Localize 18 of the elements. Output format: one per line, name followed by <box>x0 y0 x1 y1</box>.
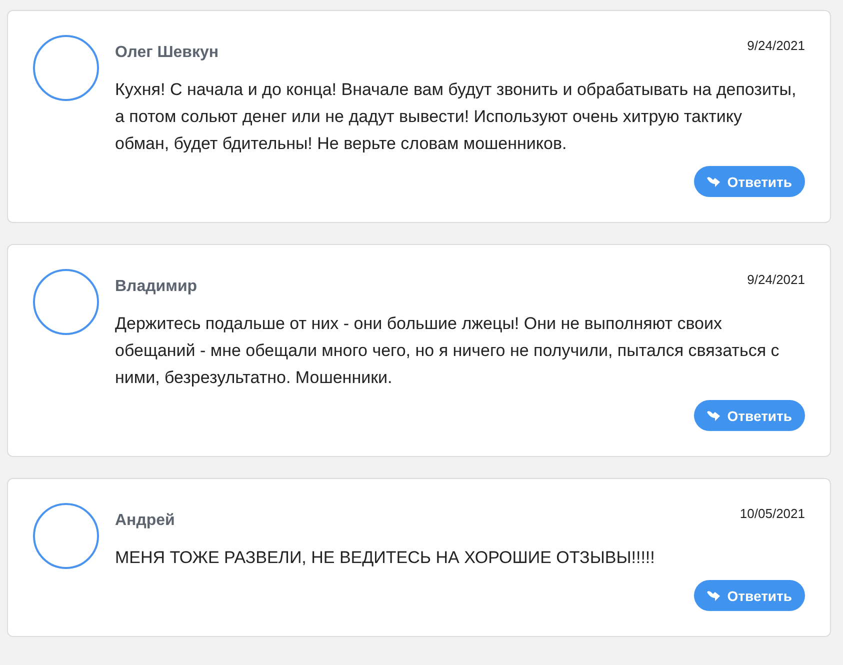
reply-arrow-icon <box>706 409 722 422</box>
reply-button[interactable]: Ответить <box>694 580 805 611</box>
avatar-circle <box>33 35 99 101</box>
comment-date: 9/24/2021 <box>747 272 805 287</box>
avatar-circle <box>33 503 99 569</box>
comment-text: Держитесь подальше от них - они большие лжецы! Они не выполняют своих обещаний - мне обещали много чего, но я ничего не получили, пытался связаться с ними, безрезультатно. Мошенники. <box>115 313 780 389</box>
reply-arrow-icon <box>706 175 722 188</box>
reply-button[interactable]: Ответить <box>694 166 805 197</box>
author-name: Владимир <box>115 278 198 296</box>
author-name: Олег Шевкун <box>115 44 219 62</box>
reply-arrow-icon <box>706 589 722 602</box>
comment-date: 9/24/2021 <box>747 38 805 53</box>
comment-date: 10/05/2021 <box>740 506 805 521</box>
reply-button[interactable]: Ответить <box>694 400 805 431</box>
comment-text: МЕНЯ ТОЖЕ РАЗВЕЛИ, НЕ ВЕДИТЕСЬ НА ХОРОШИЕ ОТЗЫВЫ!!!!! <box>115 547 656 569</box>
avatar-circle <box>33 269 99 335</box>
author-name: Андрей <box>115 512 175 530</box>
comment-text: Кухня! С начала и до конца! Вначале вам будут звонить и обрабатывать на депозиты, а потом сольют денег или не дадут вывести! Используют очень хитрую тактику обман, будет бдительны! Не верьте словам мошенников. <box>115 79 798 155</box>
